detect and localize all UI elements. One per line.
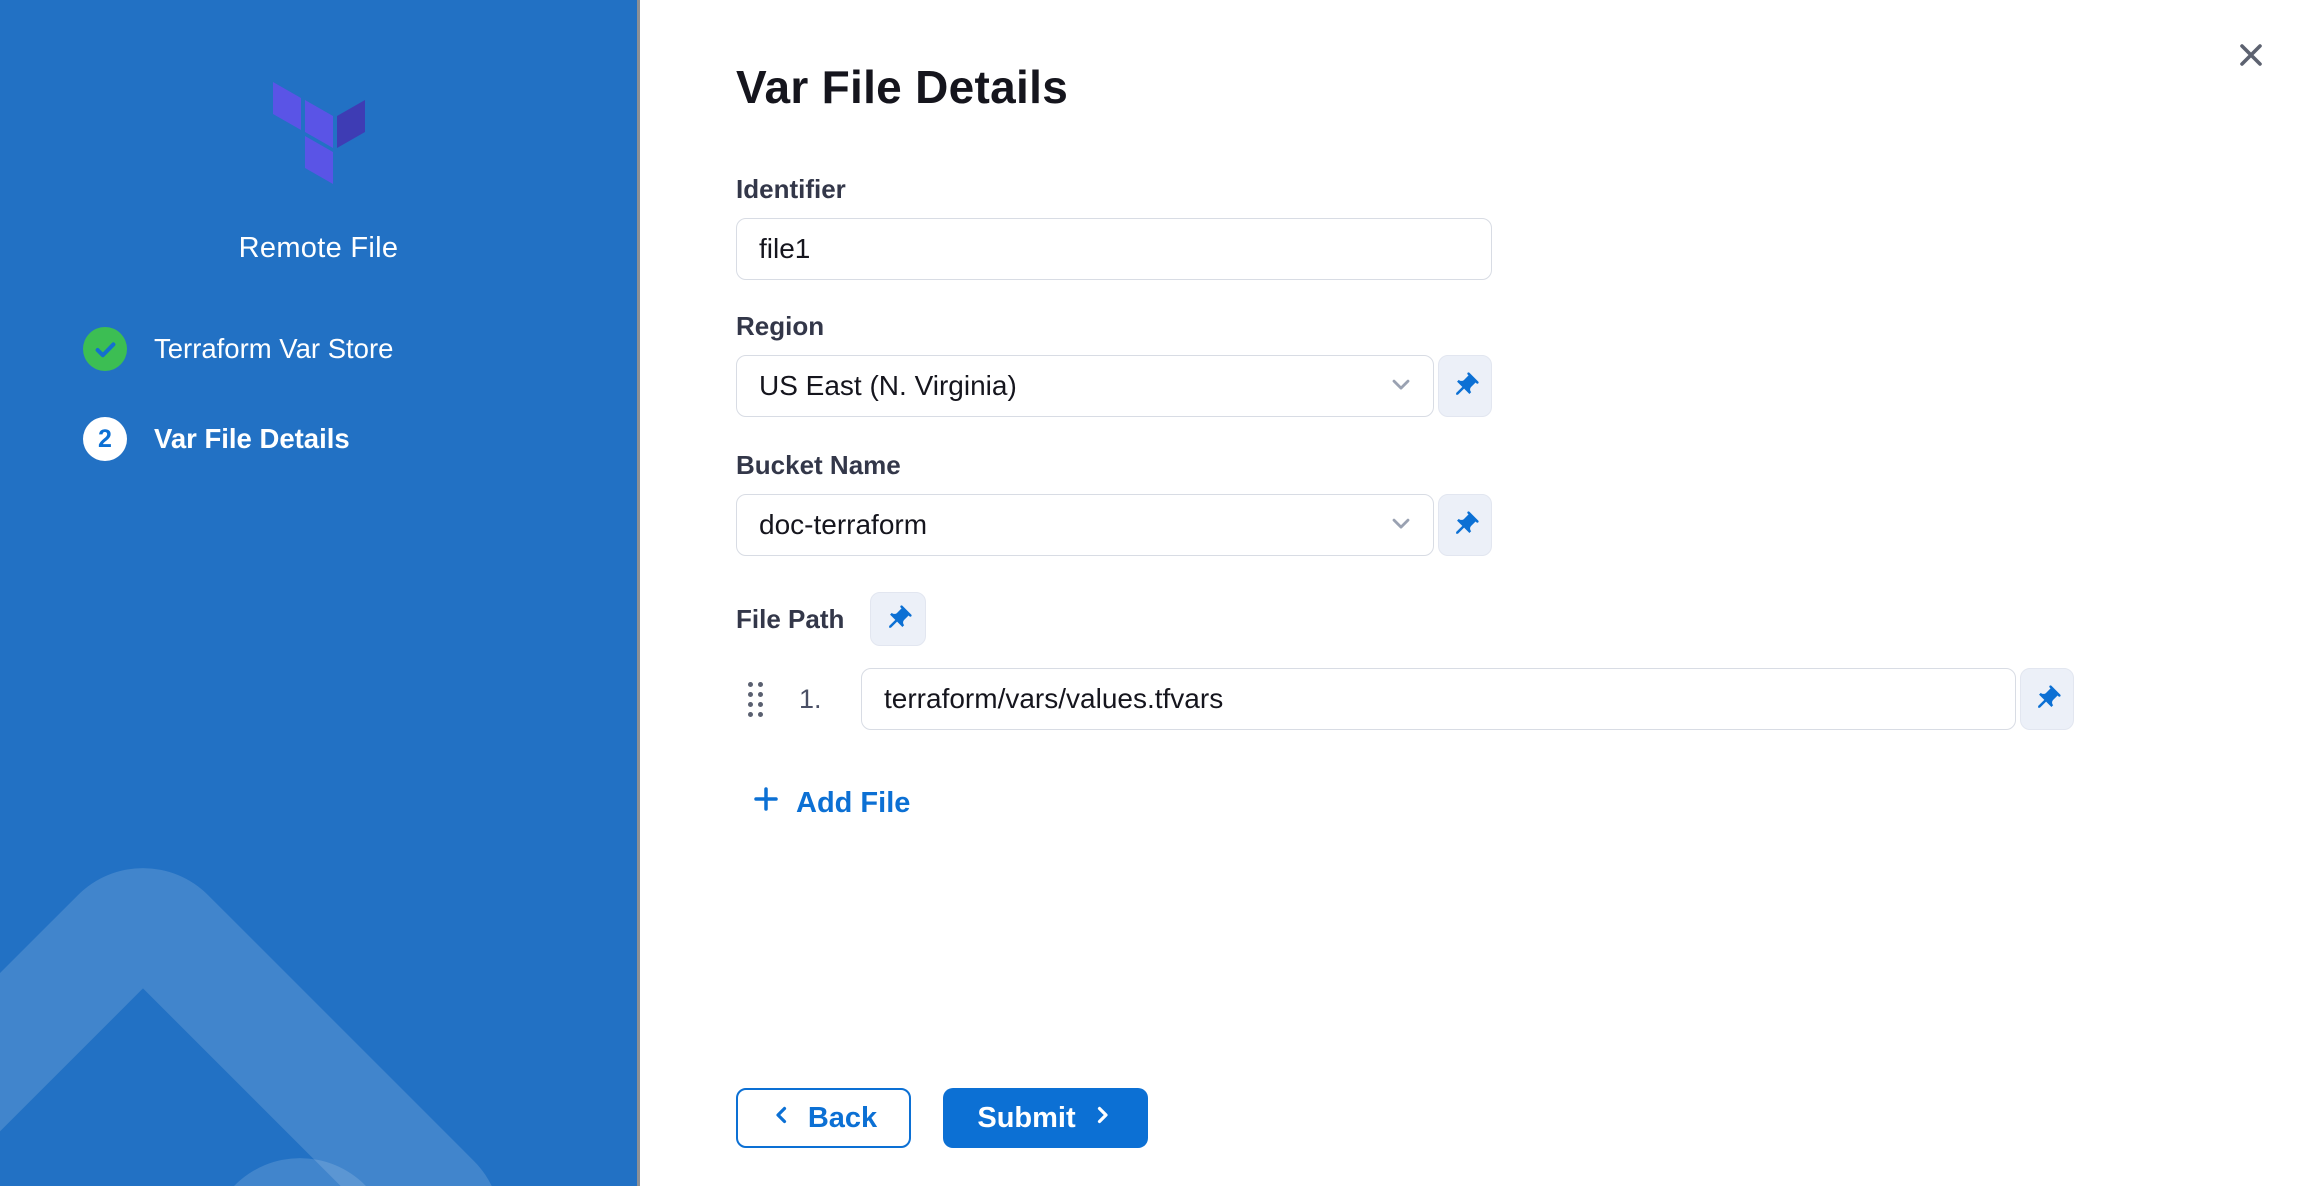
step-complete-check-icon <box>83 327 127 371</box>
var-file-details-panel: Var File Details Identifier Region US Ea… <box>643 0 2318 1186</box>
file-row-pin-button[interactable] <box>2020 668 2074 730</box>
region-select[interactable]: US East (N. Virginia) <box>736 355 1434 417</box>
identifier-label: Identifier <box>736 174 2318 205</box>
add-file-button[interactable]: Add File <box>751 784 910 822</box>
file-path-label: File Path <box>736 604 844 635</box>
file-row-index: 1. <box>799 684 833 715</box>
drag-handle-icon[interactable] <box>748 682 763 717</box>
back-button[interactable]: Back <box>736 1088 911 1148</box>
chevron-left-icon <box>770 1102 794 1135</box>
product-name: Remote File <box>0 232 637 265</box>
step-terraform-var-store[interactable]: Terraform Var Store <box>83 327 637 371</box>
step-var-file-details[interactable]: 2 Var File Details <box>83 417 637 461</box>
wizard-steps: Terraform Var Store 2 Var File Details <box>0 327 637 461</box>
add-file-label: Add File <box>796 787 910 820</box>
bucket-selected-value: doc-terraform <box>759 509 1387 541</box>
identifier-input[interactable] <box>736 218 1492 280</box>
chevron-right-icon <box>1090 1102 1114 1135</box>
step-label: Terraform Var Store <box>154 333 393 365</box>
back-button-label: Back <box>808 1102 877 1135</box>
bucket-name-label: Bucket Name <box>736 450 2318 481</box>
wizard-sidebar: Remote File Terraform Var Store 2 Var Fi… <box>0 0 640 1186</box>
bucket-pin-button[interactable] <box>1438 494 1492 556</box>
step-number-badge: 2 <box>83 417 127 461</box>
step-label: Var File Details <box>154 423 350 455</box>
region-selected-value: US East (N. Virginia) <box>759 370 1387 402</box>
region-pin-button[interactable] <box>1438 355 1492 417</box>
page-title: Var File Details <box>736 60 2318 114</box>
submit-button[interactable]: Submit <box>943 1088 1148 1148</box>
file-path-input[interactable] <box>861 668 2016 730</box>
plus-icon <box>751 784 781 822</box>
terraform-logo <box>273 82 365 186</box>
region-label: Region <box>736 311 2318 342</box>
bucket-name-select[interactable]: doc-terraform <box>736 494 1434 556</box>
submit-button-label: Submit <box>977 1102 1075 1135</box>
file-path-pin-button[interactable] <box>870 592 926 646</box>
file-path-row: 1. <box>736 668 2318 730</box>
chevron-down-icon <box>1387 370 1415 403</box>
watermark-shape <box>0 830 539 1186</box>
chevron-down-icon <box>1387 509 1415 542</box>
